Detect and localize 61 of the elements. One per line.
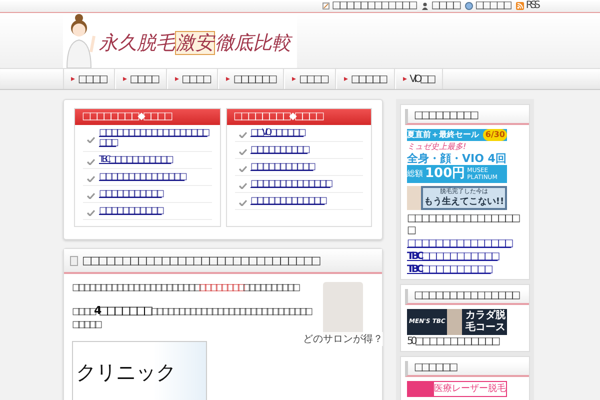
ranking-link[interactable]: □□□□□□□□□□□ (250, 162, 314, 172)
site-title: 永久脱毛激安徹底比較 (99, 30, 291, 56)
article-paragraph: □□□□□□□□□□□□□□□□□□□□□□□□□□□□□□□□□□□□□□□□□ (72, 282, 300, 295)
nav-item[interactable]: VIO□□ (394, 69, 443, 89)
sidebar-link[interactable]: □□□□□□□□□□□□□□□ (407, 238, 523, 250)
check-icon (238, 164, 246, 170)
person-icon (421, 2, 430, 10)
check-icon (87, 174, 95, 180)
sidebar-text: 50□□□□□□□□□□□□ (407, 336, 500, 348)
triangle-icon (292, 77, 296, 81)
check-icon (238, 198, 246, 204)
nav-item[interactable]: □□□□ (63, 69, 115, 89)
ranking-link[interactable]: □□□□□□□□□□ (250, 145, 308, 155)
nav-item[interactable]: □□□□□□ (218, 69, 284, 89)
check-icon (238, 147, 246, 153)
check-icon (238, 130, 246, 136)
triangle-icon (174, 77, 179, 81)
nav-item[interactable]: □□□□ (114, 69, 167, 89)
site-logo[interactable]: 永久脱毛激安徹底比較 (63, 13, 297, 68)
header-link[interactable]: RSS (526, 0, 538, 12)
check-icon (87, 135, 95, 141)
triangle-icon (226, 77, 230, 81)
memo-icon (322, 2, 330, 10)
header-link[interactable]: □□□□□□□□□□□□ (332, 0, 416, 12)
widget-title: □□□□□□□□□□□□□□□ (405, 289, 529, 305)
photo-caption: どのサロンが得？ (303, 332, 383, 346)
nav-item[interactable]: □□□□ (166, 69, 218, 89)
ranking-link[interactable]: □□□□□□□□□□□□□□□□□□□□□□ (99, 128, 212, 148)
ranking-link[interactable]: □□□□□□□□□□□□□□ (250, 179, 330, 189)
header-link[interactable]: □□□□□ (475, 0, 510, 12)
check-icon (238, 181, 246, 187)
article-title: □□□□□□□□□□□□□□□□□□□□□□□□□□□□□□ (82, 254, 319, 267)
globe-icon (465, 2, 474, 10)
clinic-illustration: クリニック (72, 341, 207, 400)
triangle-icon (71, 77, 75, 81)
rss-icon (516, 2, 524, 10)
ranking-link[interactable]: □□VIO□□□□□□ (250, 128, 304, 138)
check-icon (87, 208, 95, 214)
box-header: □□□□□□□□◆□□□□ (75, 109, 220, 125)
sidebar-text: □□□□□□□□□□□□□□□□□ (407, 213, 520, 237)
clinic-banner[interactable]: 医療レーザー脱毛 (407, 381, 507, 397)
triangle-icon (122, 77, 127, 81)
header-link[interactable]: □□□□ (431, 0, 460, 12)
triangle-icon (344, 77, 348, 81)
ranking-link[interactable]: □□□□□□□□□□□□□ (250, 196, 325, 206)
box-header: □□□□□□□□◆□□□□ (226, 109, 371, 125)
ranking-link[interactable]: □□□□□□□□□□□ (99, 189, 162, 199)
triangle-icon (402, 77, 407, 81)
check-icon (87, 191, 95, 197)
nav-item[interactable]: □□□□ (284, 69, 336, 89)
document-icon (70, 256, 78, 266)
check-icon (87, 157, 95, 163)
ranking-link[interactable]: □□□□□□□□□□□ (99, 206, 162, 216)
ranking-link[interactable]: □□□□□□□□□□□□□□□ (99, 172, 185, 182)
article-paragraph: □□□□4□□□□□□□□□□□□□□□□□□□□□□□□□□□□□□□□□□□□□□□□□ (72, 304, 312, 332)
sidebar-link[interactable]: TBC□□□□□□□□□□□ (407, 251, 523, 263)
widget-title: □□□□□□□□□ (405, 109, 529, 125)
nav-item[interactable]: □□□□□ (336, 69, 395, 89)
ranking-link[interactable]: TBC□□□□□□□□□□□ (99, 155, 172, 165)
sidebar-link[interactable]: TBC□□□□□□□□□□ (407, 264, 523, 276)
widget-title: □□□□□□ (405, 361, 529, 377)
